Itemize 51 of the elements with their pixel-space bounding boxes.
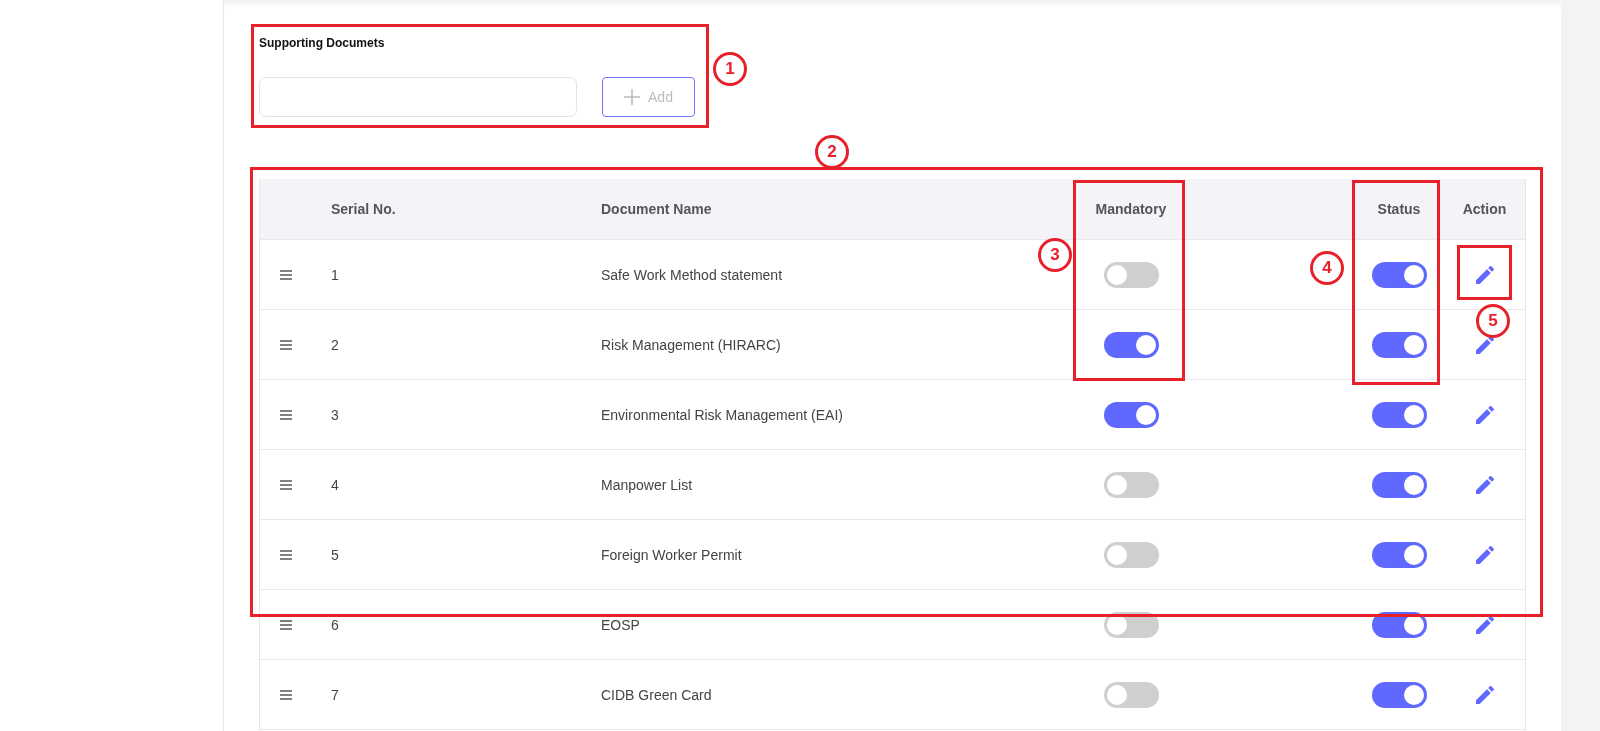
- toggle-switch[interactable]: [1371, 331, 1427, 358]
- column-header: Mandatory: [1095, 201, 1167, 217]
- drag-handle-icon[interactable]: [280, 269, 292, 280]
- toggle-switch[interactable]: [1371, 401, 1427, 428]
- drag-handle-icon[interactable]: [280, 689, 292, 700]
- table-cell-text: 2: [331, 336, 340, 353]
- annotation-number: 1: [713, 52, 747, 86]
- table-cell-text: Manpower List: [601, 476, 694, 493]
- toggle-switch[interactable]: [1371, 681, 1427, 708]
- drag-handle-icon[interactable]: [280, 549, 292, 560]
- drag-handle-icon[interactable]: [280, 339, 292, 350]
- section-label: Supporting Documets: [259, 36, 386, 50]
- table-cell-text: 3: [331, 406, 340, 423]
- toggle-switch[interactable]: [1103, 401, 1159, 428]
- pencil-icon[interactable]: [1475, 545, 1494, 564]
- drag-handle-icon[interactable]: [280, 619, 292, 630]
- pencil-icon[interactable]: [1475, 405, 1494, 424]
- pencil-icon[interactable]: [1475, 685, 1494, 704]
- toggle-switch[interactable]: [1371, 541, 1427, 568]
- column-header: Action: [1462, 201, 1507, 217]
- toggle-switch[interactable]: [1103, 681, 1159, 708]
- drag-handle-icon[interactable]: [280, 409, 292, 420]
- table-cell-text: Foreign Worker Permit: [601, 546, 743, 563]
- toggle-switch[interactable]: [1371, 261, 1427, 288]
- table-cell-text: 1: [331, 266, 340, 283]
- table-cell-text: Safe Work Method statement: [601, 266, 784, 283]
- table-cell-text: 6: [331, 616, 340, 633]
- toggle-switch[interactable]: [1371, 471, 1427, 498]
- column-header: Document Name: [601, 201, 712, 217]
- pencil-icon[interactable]: [1475, 475, 1494, 494]
- column-header: Serial No.: [331, 201, 396, 217]
- drag-handle-icon[interactable]: [280, 479, 292, 490]
- toggle-switch[interactable]: [1103, 331, 1159, 358]
- pencil-icon[interactable]: [1475, 615, 1494, 634]
- toggle-switch[interactable]: [1371, 611, 1427, 638]
- pencil-icon[interactable]: [1475, 265, 1494, 284]
- table-cell-text: 7: [331, 686, 340, 703]
- plus-icon: [624, 89, 641, 105]
- table-cell-text: 5: [331, 546, 340, 563]
- toggle-switch[interactable]: [1103, 541, 1159, 568]
- table-cell-text: CIDB Green Card: [601, 686, 713, 703]
- table-cell-text: Environmental Risk Management (EAI): [601, 406, 844, 423]
- toggle-switch[interactable]: [1103, 611, 1159, 638]
- table-cell-text: 4: [331, 476, 340, 493]
- toggle-switch[interactable]: [1103, 261, 1159, 288]
- annotation-number: 2: [815, 135, 849, 169]
- table-cell-text: EOSP: [601, 616, 641, 633]
- input-field[interactable]: [259, 77, 577, 117]
- table-cell-text: Risk Management (HIRARC): [601, 336, 782, 353]
- column-header: Status: [1377, 201, 1421, 217]
- toggle-switch[interactable]: [1103, 471, 1159, 498]
